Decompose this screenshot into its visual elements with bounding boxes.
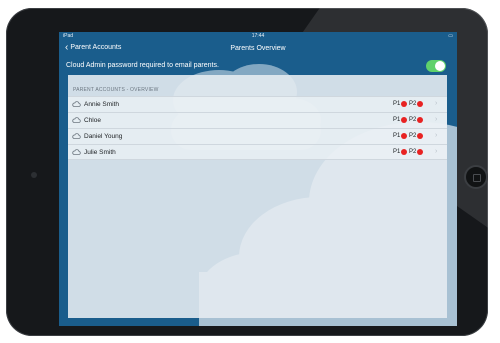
p1-label: P1 xyxy=(393,149,401,155)
chevron-right-icon: › xyxy=(435,116,438,123)
cloud-icon xyxy=(72,117,81,123)
parent-accounts-panel: PARENT ACCOUNTS - OVERVIEW Annie Smith P… xyxy=(68,75,447,318)
chevron-right-icon: › xyxy=(435,148,438,155)
status-time: 17:44 xyxy=(251,33,265,39)
chevron-right-icon: › xyxy=(435,100,438,107)
status-dot-icon xyxy=(417,149,424,155)
home-button[interactable] xyxy=(464,165,488,189)
chevron-right-icon: › xyxy=(435,132,438,139)
cloud-icon xyxy=(72,101,81,107)
p2-status: P2 xyxy=(409,149,424,155)
p2-label: P2 xyxy=(409,149,417,155)
p1-status: P1 xyxy=(393,133,408,139)
list-item[interactable]: Julie Smith P1 P2 › xyxy=(68,144,447,160)
accounts-list: Annie Smith P1 P2 › Chloe P1 P2 › Daniel… xyxy=(68,96,447,160)
p2-status: P2 xyxy=(409,101,424,107)
account-name: Daniel Young xyxy=(84,133,123,140)
app-screen: iPad 17:44 ▭ ‹ Parent Accounts Parents O… xyxy=(59,32,457,326)
cloud-icon xyxy=(72,133,81,139)
toggle-knob xyxy=(435,61,445,71)
account-name: Chloe xyxy=(84,117,101,124)
p1-label: P1 xyxy=(393,133,401,139)
status-bar: iPad 17:44 ▭ xyxy=(59,32,457,40)
section-header: PARENT ACCOUNTS - OVERVIEW xyxy=(73,87,159,93)
status-dot-icon xyxy=(417,117,424,123)
list-item[interactable]: Chloe P1 P2 › xyxy=(68,112,447,128)
p1-label: P1 xyxy=(393,117,401,123)
status-dot-icon xyxy=(401,101,408,107)
navigation-bar: ‹ Parent Accounts Parents Overview xyxy=(59,40,457,60)
p2-status: P2 xyxy=(409,133,424,139)
cloud-icon xyxy=(72,149,81,155)
p1-status: P1 xyxy=(393,149,408,155)
status-dot-icon xyxy=(401,117,408,123)
ipad-device-frame: iPad 17:44 ▭ ‹ Parent Accounts Parents O… xyxy=(6,8,488,336)
p2-label: P2 xyxy=(409,101,417,107)
p2-label: P2 xyxy=(409,117,417,123)
p1-status: P1 xyxy=(393,117,408,123)
home-button-square-icon xyxy=(473,174,481,182)
front-camera xyxy=(31,172,37,178)
list-item[interactable]: Daniel Young P1 P2 › xyxy=(68,128,447,144)
p2-label: P2 xyxy=(409,133,417,139)
email-parents-toggle[interactable] xyxy=(426,60,446,72)
status-dot-icon xyxy=(401,149,408,155)
email-notice-text: Cloud Admin password required to email p… xyxy=(66,62,219,69)
battery-icon: ▭ xyxy=(448,33,453,39)
p1-status: P1 xyxy=(393,101,408,107)
page-title: Parents Overview xyxy=(230,45,286,52)
account-name: Annie Smith xyxy=(84,101,120,108)
p1-label: P1 xyxy=(393,101,401,107)
status-dot-icon xyxy=(417,133,424,139)
account-name: Julie Smith xyxy=(84,149,116,156)
p2-status: P2 xyxy=(409,117,424,123)
list-item[interactable]: Annie Smith P1 P2 › xyxy=(68,96,447,112)
status-dot-icon xyxy=(401,133,408,139)
status-dot-icon xyxy=(417,101,424,107)
